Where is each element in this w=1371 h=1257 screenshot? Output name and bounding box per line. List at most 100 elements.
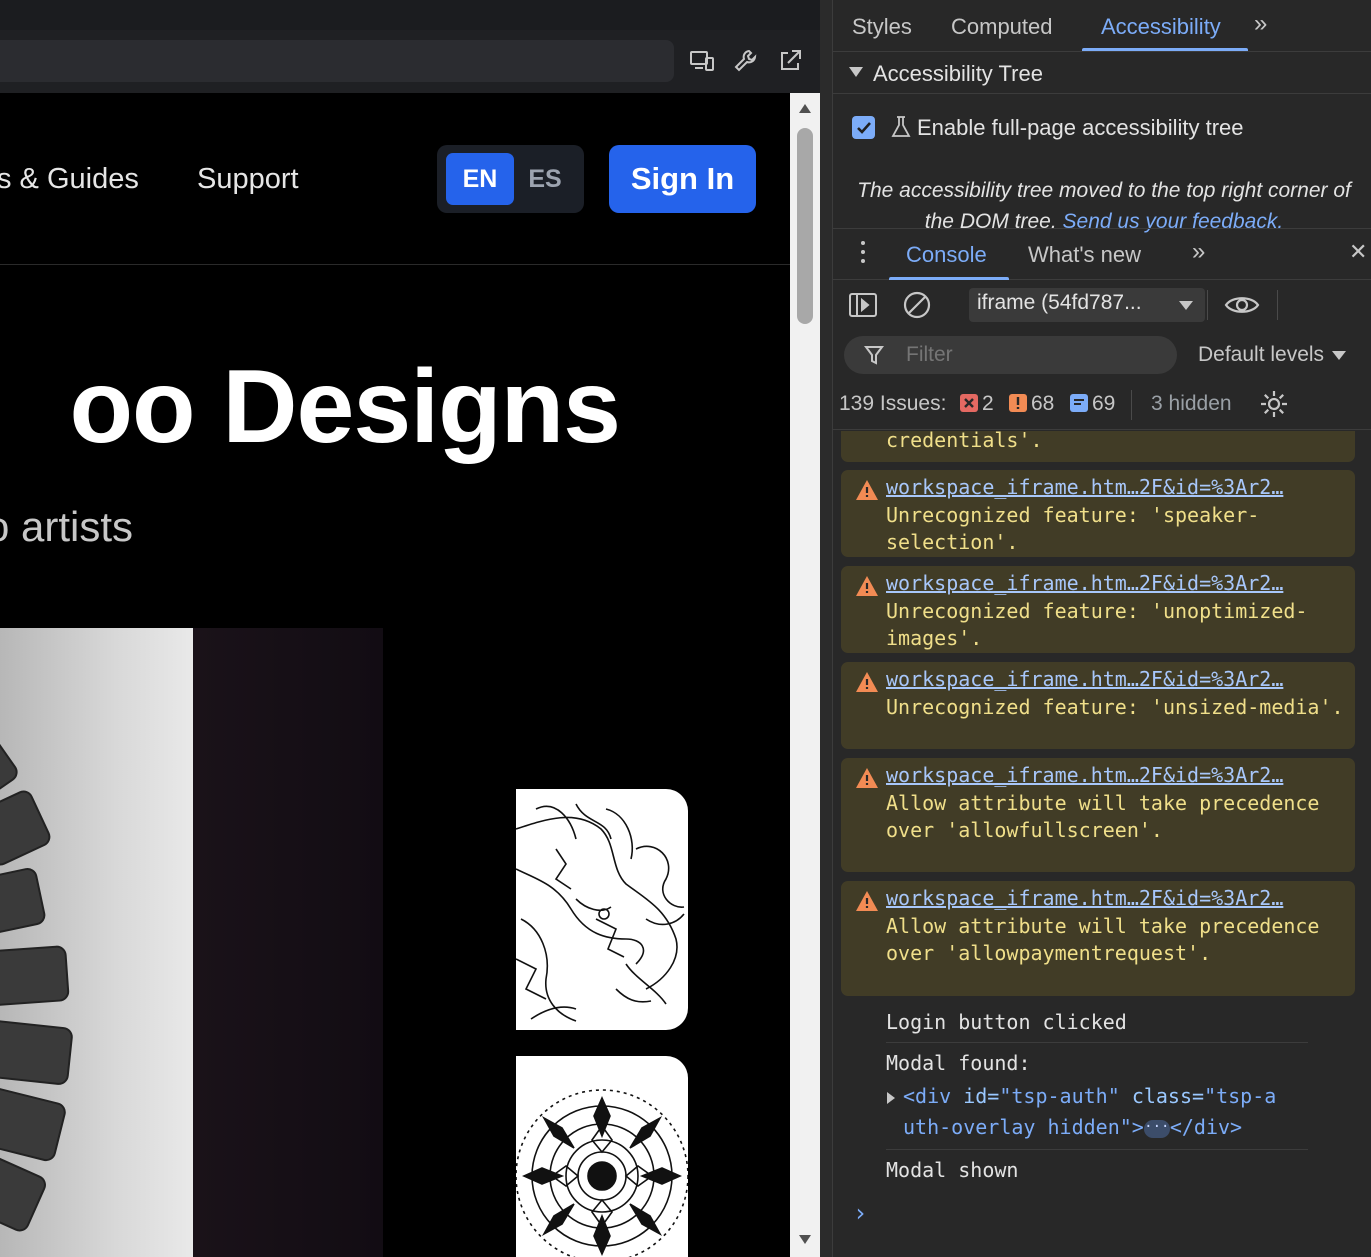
tab-whats-new[interactable]: What's new — [1028, 242, 1141, 268]
warning-badge-icon — [1009, 394, 1027, 412]
dom-tag: <div — [903, 1084, 952, 1108]
devtools-panel: Styles Computed Accessibility » Accessib… — [833, 0, 1371, 1257]
console-warning: workspace_iframe.htm…2F&id=%3Ar2… Allow … — [841, 758, 1355, 872]
sidebar-toggle-icon[interactable] — [846, 288, 880, 322]
warning-text: Allow attribute will take precedence ove… — [886, 913, 1320, 966]
console-messages: credentials'. workspace_iframe.htm…2F&id… — [833, 431, 1371, 1257]
tab-accessibility[interactable]: Accessibility — [1101, 14, 1221, 40]
log-levels-label: Default levels — [1198, 343, 1325, 366]
collapsed-children-icon[interactable]: ··· — [1143, 1119, 1170, 1138]
lang-es-button[interactable]: ES — [514, 153, 576, 205]
issues-info[interactable]: 69 — [1070, 392, 1115, 416]
dom-attr-name: id= — [963, 1084, 1000, 1108]
website-content: s & Guides Support EN ES Sign In oo Desi… — [0, 93, 790, 1257]
gear-icon[interactable] — [1258, 388, 1290, 420]
hero-subtitle: o artists — [0, 503, 133, 550]
warning-triangle-icon — [856, 891, 878, 911]
collapse-triangle-icon[interactable] — [849, 67, 863, 77]
browser-top-strip — [0, 0, 820, 30]
dom-attr-name: class= — [1131, 1084, 1205, 1108]
experiment-flask-icon — [891, 116, 911, 137]
hero-title: oo Designs — [69, 349, 621, 465]
dragon-illustration — [516, 803, 685, 1022]
tab-console[interactable]: Console — [906, 242, 987, 268]
live-expression-eye-icon[interactable] — [1224, 288, 1260, 322]
mandala-design-card[interactable] — [516, 1056, 688, 1257]
issues-warnings-count: 68 — [1031, 392, 1055, 415]
site-header: s & Guides Support EN ES Sign In — [0, 93, 790, 265]
message-source-link[interactable]: workspace_iframe.htm…2F&id=%3Ar2… — [886, 570, 1355, 598]
panel-splitter[interactable] — [820, 0, 833, 1257]
nav-link-support[interactable]: Support — [197, 163, 299, 196]
expand-triangle-icon[interactable] — [887, 1092, 895, 1104]
message-source-link[interactable]: workspace_iframe.htm…2F&id=%3Ar2… — [886, 666, 1355, 694]
message-source-link[interactable]: workspace_iframe.htm…2F&id=%3Ar2… — [886, 885, 1355, 913]
tab-computed[interactable]: Computed — [951, 14, 1053, 40]
log-levels-dropdown[interactable]: Default levels — [1198, 343, 1347, 367]
screen: s & Guides Support EN ES Sign In oo Desi… — [0, 0, 1371, 1257]
dom-attr-value: "tsp-a — [1204, 1084, 1277, 1108]
page-scrollbar[interactable] — [790, 93, 820, 1257]
filter-box[interactable] — [844, 336, 1177, 374]
address-bar[interactable] — [0, 40, 674, 82]
tab-styles[interactable]: Styles — [852, 14, 912, 40]
open-external-icon[interactable] — [775, 46, 805, 76]
scroll-down-arrow-icon[interactable] — [797, 1233, 813, 1247]
warning-text: Unrecognized feature: 'speaker-selection… — [886, 502, 1260, 555]
sign-in-button[interactable]: Sign In — [609, 145, 756, 213]
dom-attr-value: "tsp-auth" — [999, 1084, 1120, 1108]
dropdown-caret-icon — [1332, 350, 1347, 360]
enable-full-tree-checkbox[interactable] — [852, 116, 875, 139]
checkmark-icon — [856, 121, 871, 134]
issues-warnings[interactable]: 68 — [1009, 392, 1054, 416]
more-tabs-chevron-icon[interactable]: » — [1254, 10, 1267, 38]
message-source-link[interactable]: workspace_iframe.htm…2F&id=%3Ar2… — [886, 762, 1355, 790]
message-source-link[interactable]: workspace_iframe.htm…2F&id=%3Ar2… — [886, 474, 1355, 502]
accessibility-tree-header[interactable]: Accessibility Tree — [833, 52, 1371, 94]
console-log-message: Modal shown — [886, 1158, 1019, 1182]
drawer-menu-icon[interactable] — [861, 241, 865, 268]
more-drawer-tabs-chevron-icon[interactable]: » — [1192, 238, 1205, 266]
scroll-thumb[interactable] — [797, 128, 813, 324]
hero-photo — [0, 628, 383, 1257]
error-badge-icon — [960, 394, 978, 412]
hidden-issues-count[interactable]: 3 hidden — [1151, 392, 1232, 416]
device-toolbar-icon[interactable] — [687, 46, 717, 76]
console-warning: workspace_iframe.htm…2F&id=%3Ar2… Unreco… — [841, 662, 1355, 749]
warning-text: Allow attribute will take precedence ove… — [886, 790, 1320, 843]
console-toolbar: iframe (54fd787... — [833, 280, 1371, 330]
mandala-illustration — [516, 1089, 688, 1257]
issues-info-count: 69 — [1092, 392, 1116, 415]
lang-en-button[interactable]: EN — [446, 153, 514, 205]
dom-node-preview[interactable]: <div id="tsp-auth" class="tsp-a uth-over… — [887, 1081, 1323, 1143]
wrench-icon[interactable] — [731, 46, 761, 76]
warning-text: credentials'. — [886, 431, 1043, 452]
context-selector[interactable]: iframe (54fd787... — [969, 288, 1205, 322]
dom-attr-value: uth-overlay hidden" — [903, 1115, 1132, 1139]
hero-gallery — [0, 628, 790, 1257]
filter-funnel-icon — [864, 346, 884, 365]
issues-bar[interactable]: 139 Issues: 2 68 69 3 hidden — [833, 380, 1371, 430]
console-warning: workspace_iframe.htm…2F&id=%3Ar2… Unreco… — [841, 470, 1355, 557]
warning-triangle-icon — [856, 672, 878, 692]
enable-full-tree-label[interactable]: Enable full-page accessibility tree — [917, 115, 1244, 141]
nav-link-guides[interactable]: s & Guides — [0, 163, 139, 196]
issues-errors-count: 2 — [982, 392, 994, 415]
accessibility-tree-title: Accessibility Tree — [873, 61, 1043, 86]
close-drawer-icon[interactable]: ✕ — [1349, 239, 1367, 265]
active-tab-indicator — [1082, 48, 1248, 51]
console-prompt-icon[interactable]: › — [853, 1199, 867, 1227]
issues-errors[interactable]: 2 — [960, 392, 994, 416]
dragon-design-card[interactable] — [516, 789, 688, 1030]
drawer-tabs: Console What's new » ✕ — [833, 228, 1371, 280]
browser-viewport-area: s & Guides Support EN ES Sign In oo Desi… — [0, 0, 820, 1257]
clear-console-icon[interactable] — [900, 288, 934, 322]
filter-input[interactable] — [906, 343, 1156, 367]
warning-text: Unrecognized feature: 'unoptimized-image… — [886, 598, 1308, 651]
console-warning: workspace_iframe.htm…2F&id=%3Ar2… Unreco… — [841, 566, 1355, 653]
console-log-message: Modal found: — [886, 1051, 1031, 1075]
context-selector-value: iframe (54fd787... — [977, 291, 1142, 314]
scroll-up-arrow-icon[interactable] — [797, 101, 813, 115]
warning-triangle-icon — [856, 768, 878, 788]
issues-label: 139 Issues: — [839, 392, 947, 415]
